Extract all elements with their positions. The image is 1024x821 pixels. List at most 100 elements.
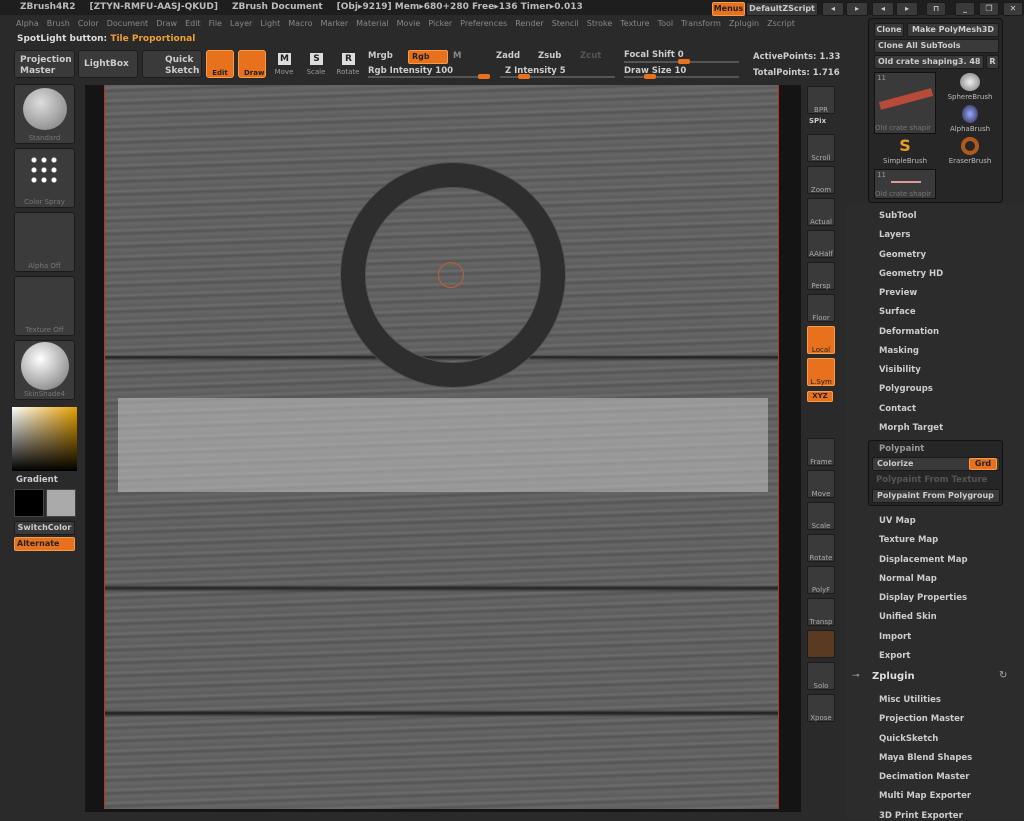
make-polymesh-button[interactable]: Make PolyMesh3D	[907, 23, 999, 37]
tool-thumbnail[interactable]: 11 Old crate shapir	[874, 72, 936, 134]
menu-zplugin[interactable]: Zplugin	[725, 16, 763, 32]
menu-material[interactable]: Material	[352, 16, 393, 32]
default-zscript-button[interactable]: DefaultZScript	[746, 2, 818, 16]
local-button[interactable]: Local	[807, 326, 835, 354]
zplugin-header[interactable]: Zplugin	[872, 671, 915, 682]
refresh-icon[interactable]: ↻	[999, 670, 1007, 681]
floor-button[interactable]: Floor	[807, 294, 835, 322]
focal-shift-slider[interactable]	[624, 59, 739, 64]
menu-item-geometry-hd[interactable]: Geometry HD	[879, 269, 943, 279]
rotate-button[interactable]: R Rotate	[334, 50, 362, 78]
projection-master-button[interactable]: Projection Master	[14, 50, 75, 78]
switch-color-button[interactable]: SwitchColor	[14, 521, 75, 535]
menu-texture[interactable]: Texture	[616, 16, 653, 32]
menu-item-layers[interactable]: Layers	[879, 230, 910, 240]
menu-item-quicksketch[interactable]: QuickSketch	[879, 734, 938, 744]
persp-button[interactable]: Persp	[807, 262, 835, 290]
rgb-button[interactable]: Rgb	[408, 50, 448, 64]
draw-button[interactable]: Draw	[238, 50, 266, 78]
menu-light[interactable]: Light	[256, 16, 284, 32]
arrow-right-icon[interactable]: ▸	[846, 2, 868, 16]
menu-item-subtool[interactable]: SubTool	[879, 211, 917, 221]
menu-tool[interactable]: Tool	[654, 16, 678, 32]
restore-icon[interactable]: ❐	[979, 2, 999, 16]
material-selector[interactable]: SkinShade4	[14, 340, 75, 400]
polypaint-from-texture-button[interactable]: Polypaint From Texture	[876, 475, 987, 485]
arrow-left-icon[interactable]: ◂	[822, 2, 844, 16]
menu-file[interactable]: File	[205, 16, 226, 32]
z-intensity-slider[interactable]	[500, 74, 615, 79]
menu-item-surface[interactable]: Surface	[879, 307, 916, 317]
mrgb-button[interactable]: Mrgb	[368, 51, 393, 61]
menu-item-import[interactable]: Import	[879, 632, 911, 642]
zadd-button[interactable]: Zadd	[496, 51, 520, 61]
scroll-button[interactable]: Scroll	[807, 134, 835, 162]
menu-item-contact[interactable]: Contact	[879, 404, 916, 414]
menu-item-geometry[interactable]: Geometry	[879, 250, 926, 260]
m-button[interactable]: M	[453, 51, 461, 61]
current-tool-slider[interactable]: Old crate shaping3. 48	[874, 55, 984, 69]
rotate-button[interactable]: Rotate	[807, 534, 835, 562]
menu-item-morph-target[interactable]: Morph Target	[879, 423, 943, 433]
menu-stroke[interactable]: Stroke	[583, 16, 617, 32]
solo-button[interactable]: Solo	[807, 662, 835, 690]
menu-stencil[interactable]: Stencil	[548, 16, 583, 32]
lightbox-button[interactable]: LightBox	[78, 50, 138, 78]
polypaint-from-polygroup-button[interactable]: Polypaint From Polygroup	[872, 489, 1000, 503]
alpha-selector[interactable]: Alpha Off	[14, 212, 75, 272]
menu-brush[interactable]: Brush	[43, 16, 74, 32]
menu-item-projection-master[interactable]: Projection Master	[879, 714, 964, 724]
edit-button[interactable]: Edit	[206, 50, 234, 78]
brush-selector[interactable]: Standard	[14, 84, 75, 144]
menu-marker[interactable]: Marker	[316, 16, 352, 32]
menu-layer[interactable]: Layer	[226, 16, 256, 32]
menu-render[interactable]: Render	[511, 16, 547, 32]
frame-button[interactable]: Frame	[807, 438, 835, 466]
move-button[interactable]: Move	[807, 470, 835, 498]
rgb-intensity-slider[interactable]	[368, 74, 490, 79]
menu-color[interactable]: Color	[74, 16, 103, 32]
zoom-button[interactable]: Zoom	[807, 166, 835, 194]
lock-icon[interactable]: ⊓	[926, 2, 946, 16]
sphere-brush-tool[interactable]: SphereBrush	[939, 73, 1001, 101]
spix-button[interactable]: SPix	[809, 117, 826, 125]
lsym-button[interactable]: L.Sym	[807, 358, 835, 386]
color-picker[interactable]	[12, 407, 77, 471]
stroke-selector[interactable]: Color Spray	[14, 148, 75, 208]
grd-toggle[interactable]: Grd	[969, 458, 997, 470]
clone-button[interactable]: Clone	[874, 23, 904, 37]
menu-item-displacement-map[interactable]: Displacement Map	[879, 555, 968, 565]
menu-item-masking[interactable]: Masking	[879, 346, 919, 356]
menu-item-normal-map[interactable]: Normal Map	[879, 574, 937, 584]
menu-document[interactable]: Document	[103, 16, 152, 32]
layout-next-icon[interactable]: ▸	[896, 2, 918, 16]
menu-draw[interactable]: Draw	[152, 16, 181, 32]
secondary-color-swatch[interactable]	[46, 489, 76, 517]
polyf-button[interactable]: PolyF	[807, 566, 835, 594]
polypaint-brush-icon[interactable]	[807, 630, 835, 658]
xpose-button[interactable]: Xpose	[807, 694, 835, 722]
menu-item-export[interactable]: Export	[879, 651, 910, 661]
menu-item-deformation[interactable]: Deformation	[879, 327, 939, 337]
simple-brush-tool[interactable]: S SimpleBrush	[874, 137, 936, 166]
menu-preferences[interactable]: Preferences	[456, 16, 511, 32]
menu-picker[interactable]: Picker	[424, 16, 456, 32]
menu-transform[interactable]: Transform	[677, 16, 725, 32]
menu-item-maya-blend-shapes[interactable]: Maya Blend Shapes	[879, 753, 972, 763]
scale-button[interactable]: Scale	[807, 502, 835, 530]
gradient-label[interactable]: Gradient	[16, 475, 58, 485]
texture-selector[interactable]: Texture Off	[14, 276, 75, 336]
alternate-button[interactable]: Alternate	[14, 537, 75, 551]
menu-item-visibility[interactable]: Visibility	[879, 365, 921, 375]
menu-item-decimation-master[interactable]: Decimation Master	[879, 772, 969, 782]
close-icon[interactable]: ✕	[1003, 2, 1023, 16]
xyz-button[interactable]: XYZ	[807, 391, 833, 402]
zsub-button[interactable]: Zsub	[538, 51, 561, 61]
menu-edit[interactable]: Edit	[181, 16, 205, 32]
layout-prev-icon[interactable]: ◂	[872, 2, 894, 16]
menu-item-preview[interactable]: Preview	[879, 288, 917, 298]
draw-size-slider[interactable]	[624, 74, 739, 79]
zcut-button[interactable]: Zcut	[580, 51, 601, 61]
menu-item-polygroups[interactable]: Polygroups	[879, 384, 933, 394]
polypaint-title[interactable]: Polypaint	[879, 444, 924, 454]
